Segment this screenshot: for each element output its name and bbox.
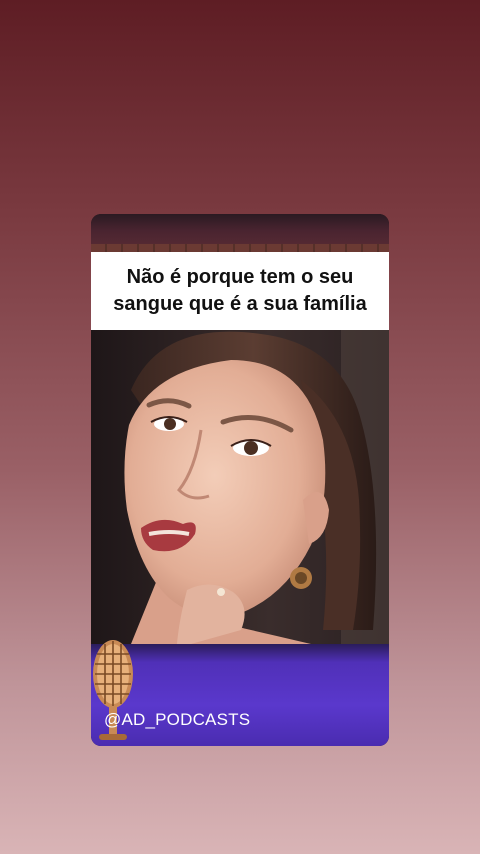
story-card[interactable]: Não é porque tem o seu sangue que é a su… (91, 214, 389, 746)
woman-speaking-photo (91, 330, 389, 644)
video-frame[interactable] (91, 330, 389, 644)
account-handle[interactable]: @AD_PODCASTS (104, 710, 250, 730)
caption-text: Não é porque tem o seu sangue que é a su… (113, 266, 367, 315)
video-top-strip (91, 214, 389, 252)
caption-box: Não é porque tem o seu sangue que é a su… (91, 252, 389, 330)
